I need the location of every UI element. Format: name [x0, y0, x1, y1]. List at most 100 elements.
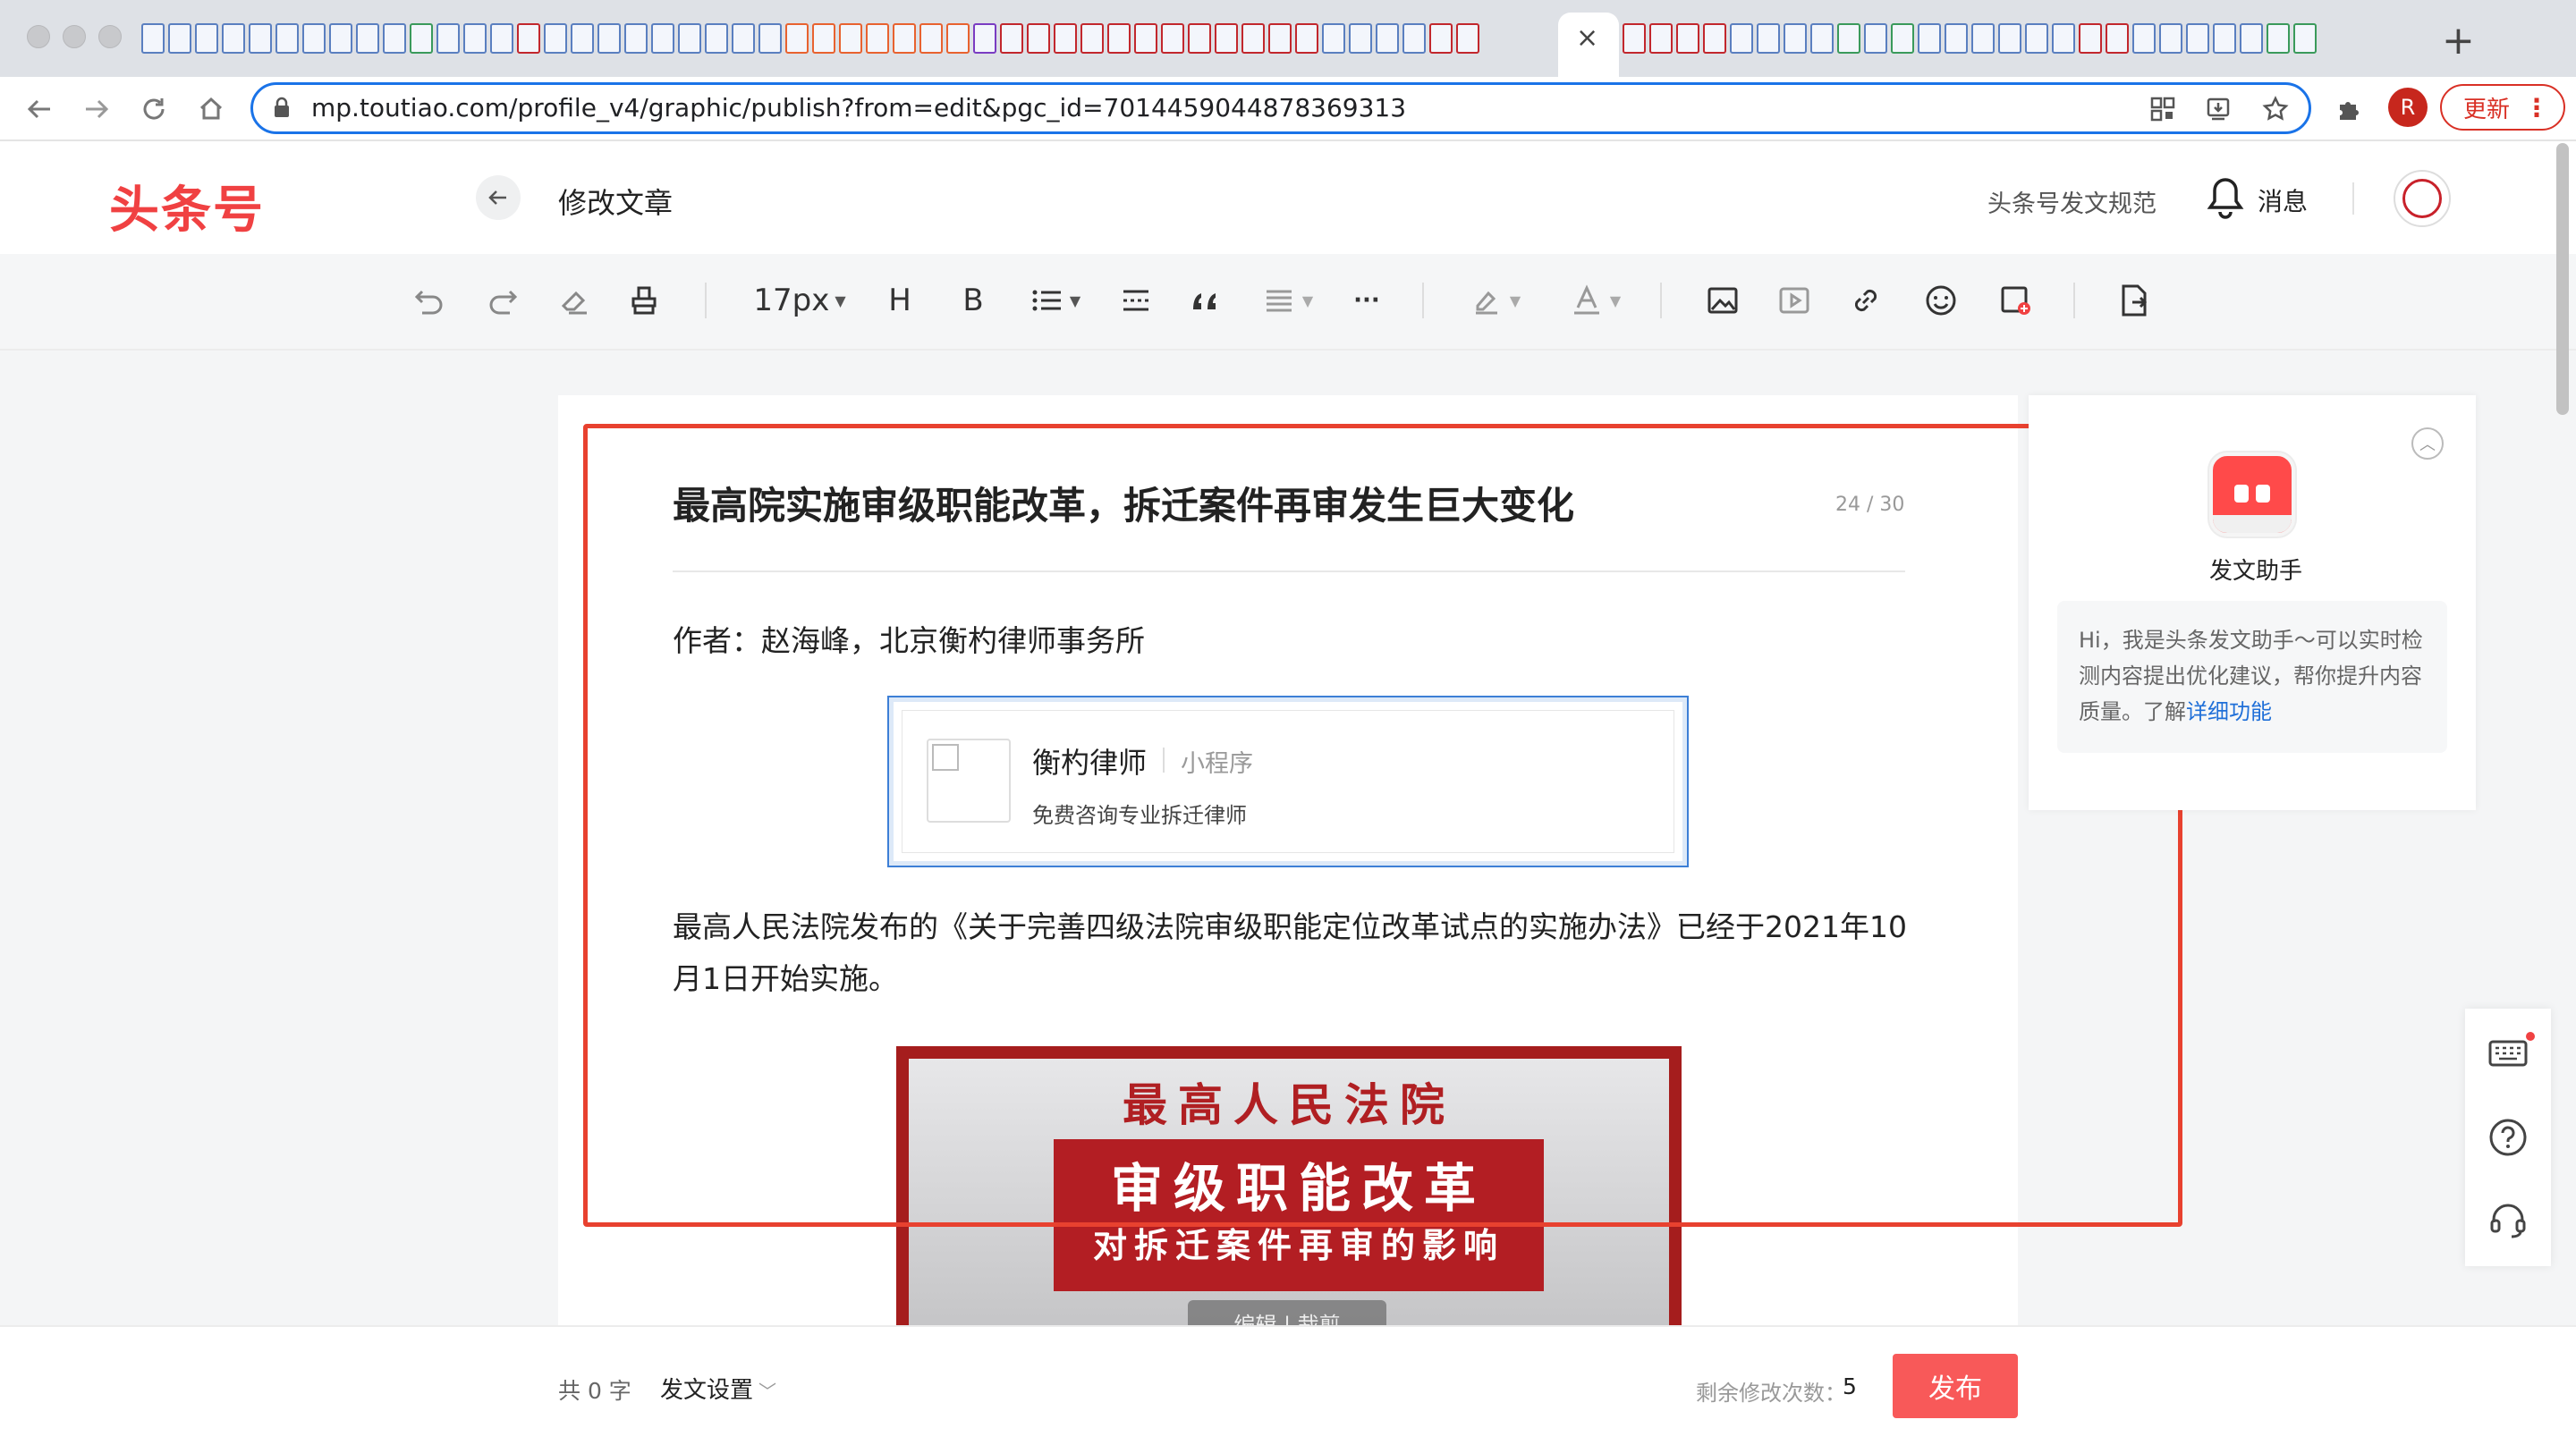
- tab-favicon[interactable]: [1864, 23, 1887, 54]
- tab-favicon[interactable]: [302, 23, 326, 54]
- video-icon[interactable]: [1773, 279, 1816, 322]
- tab-favicon[interactable]: [436, 23, 460, 54]
- highlight-color-dropdown[interactable]: ▼: [1460, 279, 1530, 322]
- tab-favicon[interactable]: [275, 23, 299, 54]
- window-zoom-dot[interactable]: [98, 25, 122, 48]
- forward-arrow-icon[interactable]: [77, 89, 116, 129]
- tab-favicon[interactable]: [1349, 23, 1372, 54]
- reload-icon[interactable]: [134, 89, 174, 129]
- tab-favicon[interactable]: [1757, 23, 1780, 54]
- tab-favicon[interactable]: [1268, 23, 1292, 54]
- tab-favicon[interactable]: [2267, 23, 2290, 54]
- tab-favicon[interactable]: [946, 23, 970, 54]
- bold-button[interactable]: B: [952, 279, 995, 322]
- publish-settings-dropdown[interactable]: 发文设置 ﹀: [660, 1372, 776, 1405]
- tab-favicon[interactable]: [1703, 23, 1726, 54]
- publish-button[interactable]: 发布: [1893, 1354, 2018, 1418]
- tab-favicon[interactable]: [490, 23, 513, 54]
- tab-favicon[interactable]: [329, 23, 352, 54]
- tab-favicon[interactable]: [597, 23, 621, 54]
- assistant-details-link[interactable]: 详细功能: [2186, 699, 2272, 724]
- tab-favicon[interactable]: [410, 23, 433, 54]
- tab-favicon[interactable]: [1649, 23, 1673, 54]
- tab-favicon[interactable]: [1676, 23, 1699, 54]
- tab-favicon[interactable]: [141, 23, 165, 54]
- tab-favicon[interactable]: [2186, 23, 2209, 54]
- tab-favicon[interactable]: [1241, 23, 1265, 54]
- tab-favicon[interactable]: [383, 23, 406, 54]
- tab-favicon[interactable]: [1161, 23, 1184, 54]
- tab-favicon[interactable]: [168, 23, 191, 54]
- tab-favicon[interactable]: [624, 23, 648, 54]
- bell-icon[interactable]: [2206, 175, 2245, 220]
- emoji-icon[interactable]: [1919, 279, 1962, 322]
- publishing-rules-link[interactable]: 头条号发文规范: [1987, 184, 2157, 219]
- quote-icon[interactable]: [1184, 279, 1227, 322]
- tab-favicon[interactable]: [2106, 23, 2129, 54]
- tab-favicon[interactable]: [544, 23, 567, 54]
- redo-icon[interactable]: [481, 279, 524, 322]
- tab-favicon[interactable]: [839, 23, 862, 54]
- tab-favicon[interactable]: [1945, 23, 1968, 54]
- tab-favicon[interactable]: [1080, 23, 1104, 54]
- eraser-icon[interactable]: [553, 279, 596, 322]
- profile-avatar[interactable]: R: [2388, 88, 2428, 127]
- tab-favicon[interactable]: [1837, 23, 1860, 54]
- tab-favicon[interactable]: [1784, 23, 1807, 54]
- import-document-icon[interactable]: [2113, 279, 2156, 322]
- tab-favicon[interactable]: [758, 23, 782, 54]
- tab-favicon[interactable]: [1402, 23, 1426, 54]
- tab-favicon[interactable]: [651, 23, 674, 54]
- tab-favicon[interactable]: [2240, 23, 2263, 54]
- heading-button[interactable]: H: [878, 279, 921, 322]
- tab-favicon[interactable]: [356, 23, 379, 54]
- home-icon[interactable]: [191, 89, 231, 129]
- window-minimize-dot[interactable]: [63, 25, 86, 48]
- extensions-puzzle-icon[interactable]: [2333, 93, 2365, 125]
- user-avatar[interactable]: [2394, 170, 2451, 227]
- tab-favicon[interactable]: [222, 23, 245, 54]
- tab-favicon[interactable]: [571, 23, 594, 54]
- font-color-dropdown[interactable]: ▼: [1560, 279, 1630, 322]
- link-icon[interactable]: [1844, 279, 1887, 322]
- tab-favicon[interactable]: [517, 23, 540, 54]
- image-icon[interactable]: [1701, 279, 1744, 322]
- tab-favicon[interactable]: [1027, 23, 1050, 54]
- font-size-dropdown[interactable]: 17px ▼: [737, 279, 862, 322]
- url-text[interactable]: mp.toutiao.com/profile_v4/graphic/publis…: [311, 93, 1406, 123]
- tab-favicon[interactable]: [678, 23, 701, 54]
- more-button[interactable]: ···: [1345, 279, 1388, 322]
- tab-favicon[interactable]: [1891, 23, 1914, 54]
- toutiao-logo[interactable]: 头条号: [109, 170, 265, 242]
- tab-favicon[interactable]: [1623, 23, 1646, 54]
- tab-favicon[interactable]: [1134, 23, 1157, 54]
- tab-favicon[interactable]: [973, 23, 996, 54]
- new-tab-icon[interactable]: +: [2442, 21, 2475, 61]
- tab-favicon[interactable]: [919, 23, 943, 54]
- window-close-dot[interactable]: [27, 25, 50, 48]
- tab-favicon[interactable]: [1000, 23, 1023, 54]
- tab-favicon[interactable]: [463, 23, 487, 54]
- tab-favicon[interactable]: [2052, 23, 2075, 54]
- tab-favicon[interactable]: [893, 23, 916, 54]
- tab-favicon[interactable]: [1730, 23, 1753, 54]
- tab-favicon[interactable]: [1295, 23, 1318, 54]
- tab-favicon[interactable]: [1322, 23, 1345, 54]
- align-dropdown[interactable]: ▼: [1256, 279, 1318, 322]
- tab-favicon[interactable]: [195, 23, 218, 54]
- tab-favicon[interactable]: [1429, 23, 1453, 54]
- tab-favicon[interactable]: [1188, 23, 1211, 54]
- tab-favicon[interactable]: [785, 23, 809, 54]
- tab-favicon[interactable]: [705, 23, 728, 54]
- tab-favicon[interactable]: [866, 23, 889, 54]
- tab-favicon[interactable]: [1456, 23, 1479, 54]
- tab-favicon[interactable]: [1107, 23, 1131, 54]
- back-arrow-icon[interactable]: [20, 89, 59, 129]
- tab-favicon[interactable]: [812, 23, 835, 54]
- author-line[interactable]: 作者：赵海峰，北京衡杓律师事务所: [673, 617, 1145, 660]
- headset-support-icon[interactable]: [2487, 1198, 2529, 1241]
- tab-favicon[interactable]: [2213, 23, 2236, 54]
- divider-line-icon[interactable]: [1114, 279, 1157, 322]
- tab-favicon[interactable]: [2132, 23, 2156, 54]
- back-button[interactable]: [476, 175, 521, 220]
